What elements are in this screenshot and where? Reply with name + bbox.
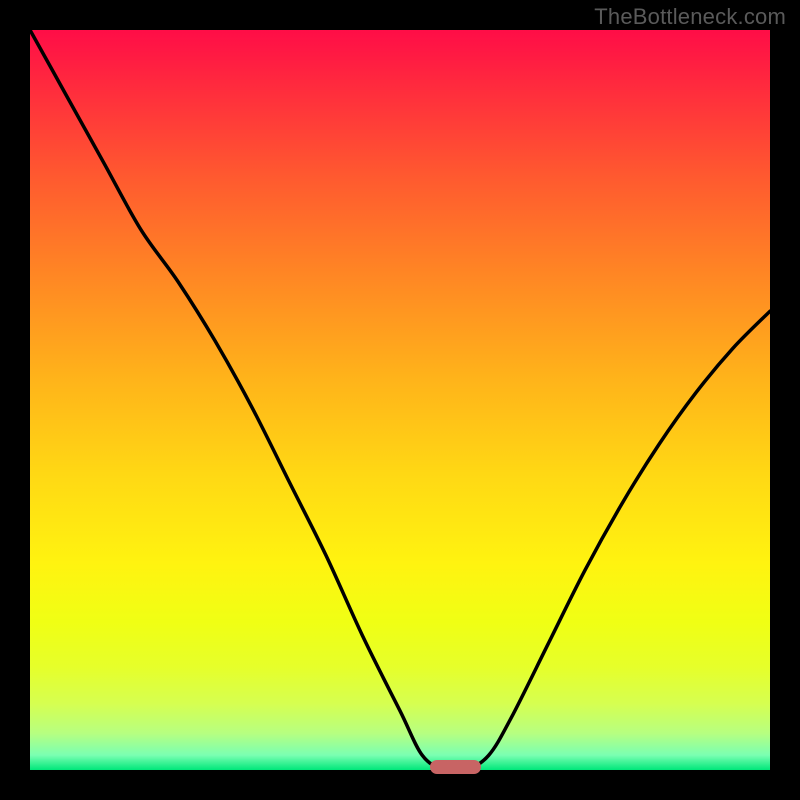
minimum-marker bbox=[430, 760, 480, 774]
curve-svg bbox=[30, 30, 770, 770]
watermark-text: TheBottleneck.com bbox=[594, 4, 786, 30]
chart-frame: TheBottleneck.com bbox=[0, 0, 800, 800]
bottleneck-curve bbox=[30, 30, 770, 770]
plot-area bbox=[30, 30, 770, 770]
